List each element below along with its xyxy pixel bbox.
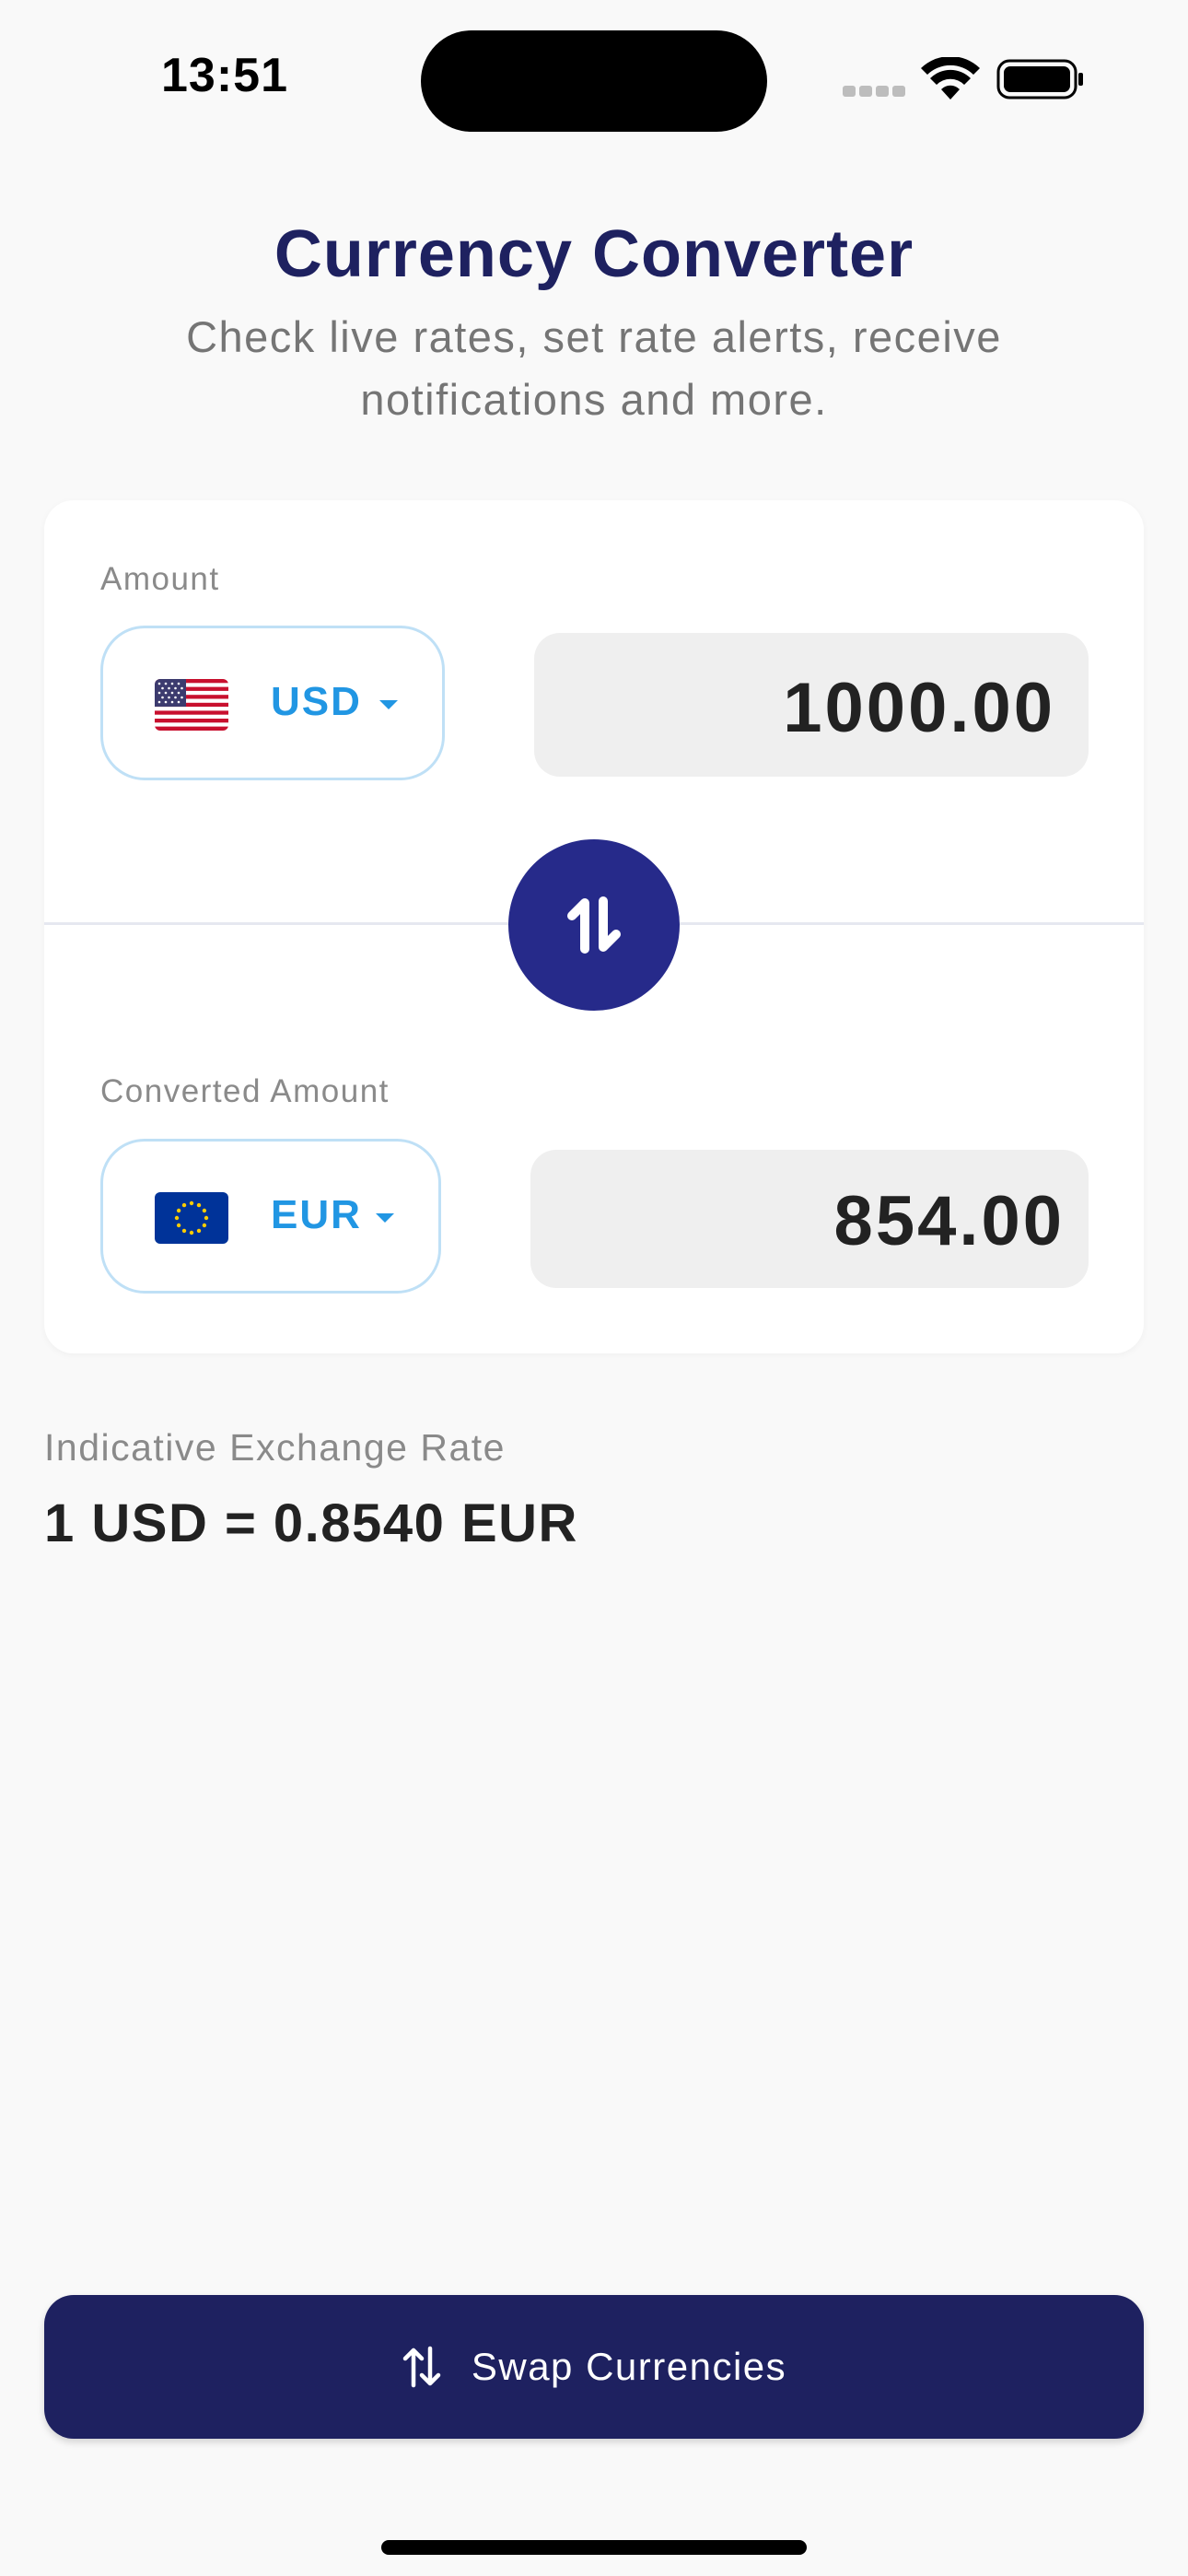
exchange-rate-label: Indicative Exchange Rate — [44, 1426, 506, 1469]
amount-label: Amount — [100, 561, 220, 597]
home-indicator — [381, 2540, 807, 2555]
from-currency-select[interactable]: USD — [100, 626, 445, 780]
converter-card: Amount USD 1000.00 Converted Amount EUR … — [44, 500, 1144, 1353]
swap-vertical-icon — [402, 2346, 441, 2388]
amount-value: 1000.00 — [783, 669, 1055, 747]
dynamic-island — [421, 30, 767, 132]
status-time: 13:51 — [161, 49, 288, 102]
from-currency-code: USD — [271, 679, 362, 724]
page-subtitle: Check live rates, set rate alerts, recei… — [186, 312, 1002, 424]
converted-amount-field: 854.00 — [530, 1150, 1089, 1288]
swap-arrows-icon — [567, 896, 621, 954]
battery-icon — [996, 59, 1083, 100]
swap-currencies-circle-button[interactable] — [508, 839, 680, 1011]
status-bar: 13:51 — [0, 0, 1188, 157]
converted-amount-value: 854.00 — [833, 1182, 1065, 1260]
converted-amount-label: Converted Amount — [100, 1073, 390, 1109]
wifi-icon — [921, 57, 980, 100]
eu-flag-icon — [155, 1192, 228, 1244]
chevron-down-icon — [379, 700, 398, 709]
page-title: Currency Converter — [274, 217, 914, 291]
us-flag-icon — [155, 679, 228, 731]
cellular-signal-icon — [843, 86, 905, 97]
swap-currencies-button[interactable]: Swap Currencies — [44, 2295, 1144, 2439]
swap-button-label: Swap Currencies — [471, 2345, 787, 2388]
to-currency-select[interactable]: EUR — [100, 1139, 441, 1294]
chevron-down-icon — [376, 1213, 394, 1223]
amount-input[interactable]: 1000.00 — [534, 633, 1089, 777]
exchange-rate-value: 1 USD = 0.8540 EUR — [44, 1493, 578, 1553]
to-currency-code: EUR — [271, 1192, 362, 1237]
